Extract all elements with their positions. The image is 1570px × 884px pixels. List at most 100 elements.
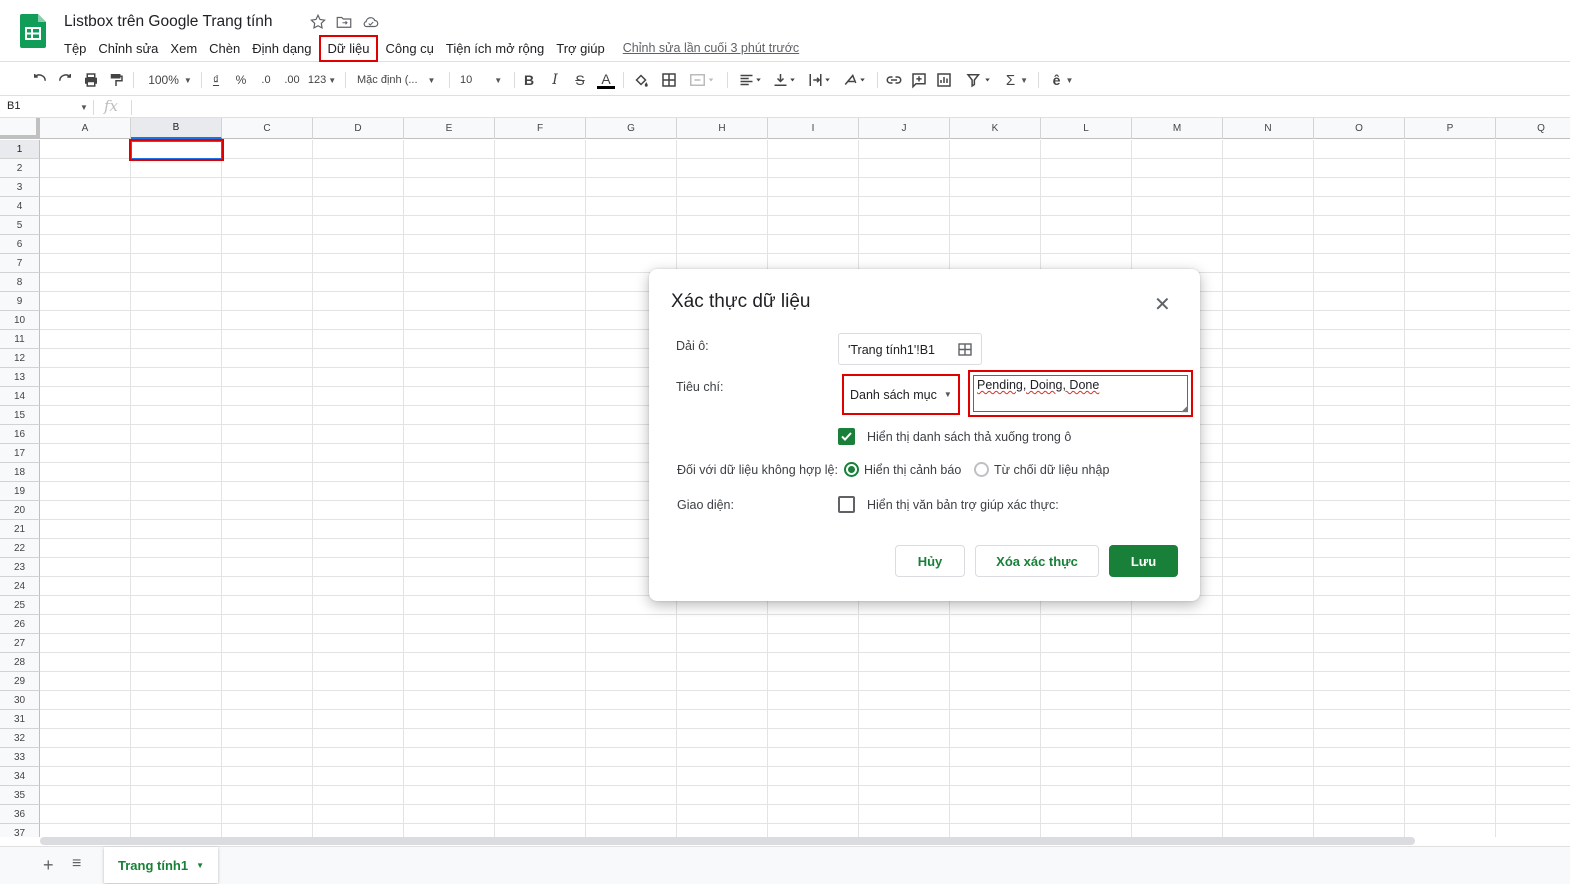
percent-button[interactable]: % [234,71,248,89]
row-header-9[interactable]: 9 [0,292,40,311]
close-icon[interactable]: ✕ [1154,292,1171,317]
name-box[interactable]: B1 [7,100,20,112]
column-header-f[interactable]: F [495,118,586,139]
row-header-37[interactable]: 37 [0,824,40,837]
menu-extensions[interactable]: Tiện ích mở rộng [440,40,550,57]
menu-view[interactable]: Xem [164,40,203,57]
select-all-corner[interactable] [0,118,40,139]
column-header-j[interactable]: J [859,118,950,139]
column-header-n[interactable]: N [1223,118,1314,139]
row-header-6[interactable]: 6 [0,235,40,254]
chevron-down-icon[interactable]: ▼ [196,861,204,870]
sheet-tab-active[interactable]: Trang tính1 ▼ [104,847,218,883]
select-range-icon[interactable] [958,343,972,356]
fill-color-icon[interactable] [632,71,650,89]
zoom-select[interactable]: 100% ▼ [145,71,195,89]
sheets-logo-icon[interactable] [20,14,46,48]
row-header-28[interactable]: 28 [0,653,40,672]
reject-input-radio[interactable] [974,462,989,477]
row-header-29[interactable]: 29 [0,672,40,691]
cloud-saved-icon[interactable] [362,13,380,31]
row-header-20[interactable]: 20 [0,501,40,520]
row-header-13[interactable]: 13 [0,368,40,387]
row-header-27[interactable]: 27 [0,634,40,653]
row-header-25[interactable]: 25 [0,596,40,615]
redo-icon[interactable] [56,71,74,89]
more-formats-button[interactable]: 123 ▼ [307,71,337,89]
move-folder-icon[interactable] [335,13,353,31]
row-header-8[interactable]: 8 [0,273,40,292]
show-warning-radio[interactable] [844,462,859,477]
column-header-b[interactable]: B [131,118,222,139]
row-header-17[interactable]: 17 [0,444,40,463]
row-header-19[interactable]: 19 [0,482,40,501]
save-button[interactable]: Lưu [1109,545,1178,577]
row-header-33[interactable]: 33 [0,748,40,767]
row-header-5[interactable]: 5 [0,216,40,235]
list-icon[interactable]: ≡ [72,855,81,873]
text-wrapping-icon[interactable] [805,71,835,89]
row-header-15[interactable]: 15 [0,406,40,425]
column-header-e[interactable]: E [404,118,495,139]
column-header-k[interactable]: K [950,118,1041,139]
merge-cells-icon[interactable] [686,71,718,89]
range-field[interactable]: 'Trang tính1'!B1 [838,333,982,365]
menu-data[interactable]: Dữ liệu [318,34,379,62]
column-header-h[interactable]: H [677,118,768,139]
column-header-o[interactable]: O [1314,118,1405,139]
row-header-10[interactable]: 10 [0,311,40,330]
row-header-23[interactable]: 23 [0,558,40,577]
column-header-g[interactable]: G [586,118,677,139]
menu-edit[interactable]: Chỉnh sửa [92,40,164,57]
insert-link-icon[interactable] [885,71,903,89]
formula-input[interactable] [136,99,1556,116]
currency-button[interactable]: ₫ [209,71,223,89]
increase-decimal-button[interactable]: .00 [282,71,302,89]
menu-help[interactable]: Trợ giúp [550,40,611,57]
align-left-icon[interactable] [736,71,766,89]
row-header-1[interactable]: 1 [0,140,40,159]
column-header-l[interactable]: L [1041,118,1132,139]
row-header-30[interactable]: 30 [0,691,40,710]
row-header-32[interactable]: 32 [0,729,40,748]
last-edit-link[interactable]: Chỉnh sửa lần cuối 3 phút trước [623,41,799,55]
paint-format-icon[interactable] [107,71,125,89]
bold-button[interactable]: B [522,71,536,89]
menu-tools[interactable]: Công cụ [379,40,439,57]
functions-button[interactable]: Σ ▼ [1003,71,1031,89]
insert-chart-icon[interactable] [935,71,953,89]
plus-icon[interactable]: + [43,855,54,876]
borders-icon[interactable] [660,71,678,89]
row-header-4[interactable]: 4 [0,197,40,216]
column-header-i[interactable]: I [768,118,859,139]
decrease-decimal-button[interactable]: .0 [258,71,274,89]
font-size-select[interactable]: 10 ▼ [460,71,508,89]
chevron-down-icon[interactable]: ▼ [80,103,88,112]
vertical-align-icon[interactable] [770,71,800,89]
row-header-14[interactable]: 14 [0,387,40,406]
active-cell-b1[interactable] [129,139,224,161]
row-header-22[interactable]: 22 [0,539,40,558]
italic-button[interactable]: I [548,71,562,89]
document-title[interactable]: Listbox trên Google Trang tính [64,13,273,31]
print-icon[interactable] [82,71,100,89]
row-header-12[interactable]: 12 [0,349,40,368]
menu-format[interactable]: Định dạng [246,40,317,57]
row-header-34[interactable]: 34 [0,767,40,786]
filter-icon[interactable] [962,71,998,89]
row-header-16[interactable]: 16 [0,425,40,444]
row-header-24[interactable]: 24 [0,577,40,596]
cancel-button[interactable]: Hủy [895,545,965,577]
column-header-c[interactable]: C [222,118,313,139]
column-header-p[interactable]: P [1405,118,1496,139]
menu-file[interactable]: Tệp [58,40,92,57]
undo-icon[interactable] [31,71,49,89]
column-header-m[interactable]: M [1132,118,1223,139]
list-items-input[interactable]: Pending, Doing, Done [973,375,1188,412]
row-header-3[interactable]: 3 [0,178,40,197]
row-header-2[interactable]: 2 [0,159,40,178]
strikethrough-button[interactable]: S [573,71,587,89]
star-icon[interactable] [309,13,327,31]
text-color-button[interactable]: A [597,71,615,89]
criteria-select[interactable]: Danh sách mục ▼ [842,374,960,415]
